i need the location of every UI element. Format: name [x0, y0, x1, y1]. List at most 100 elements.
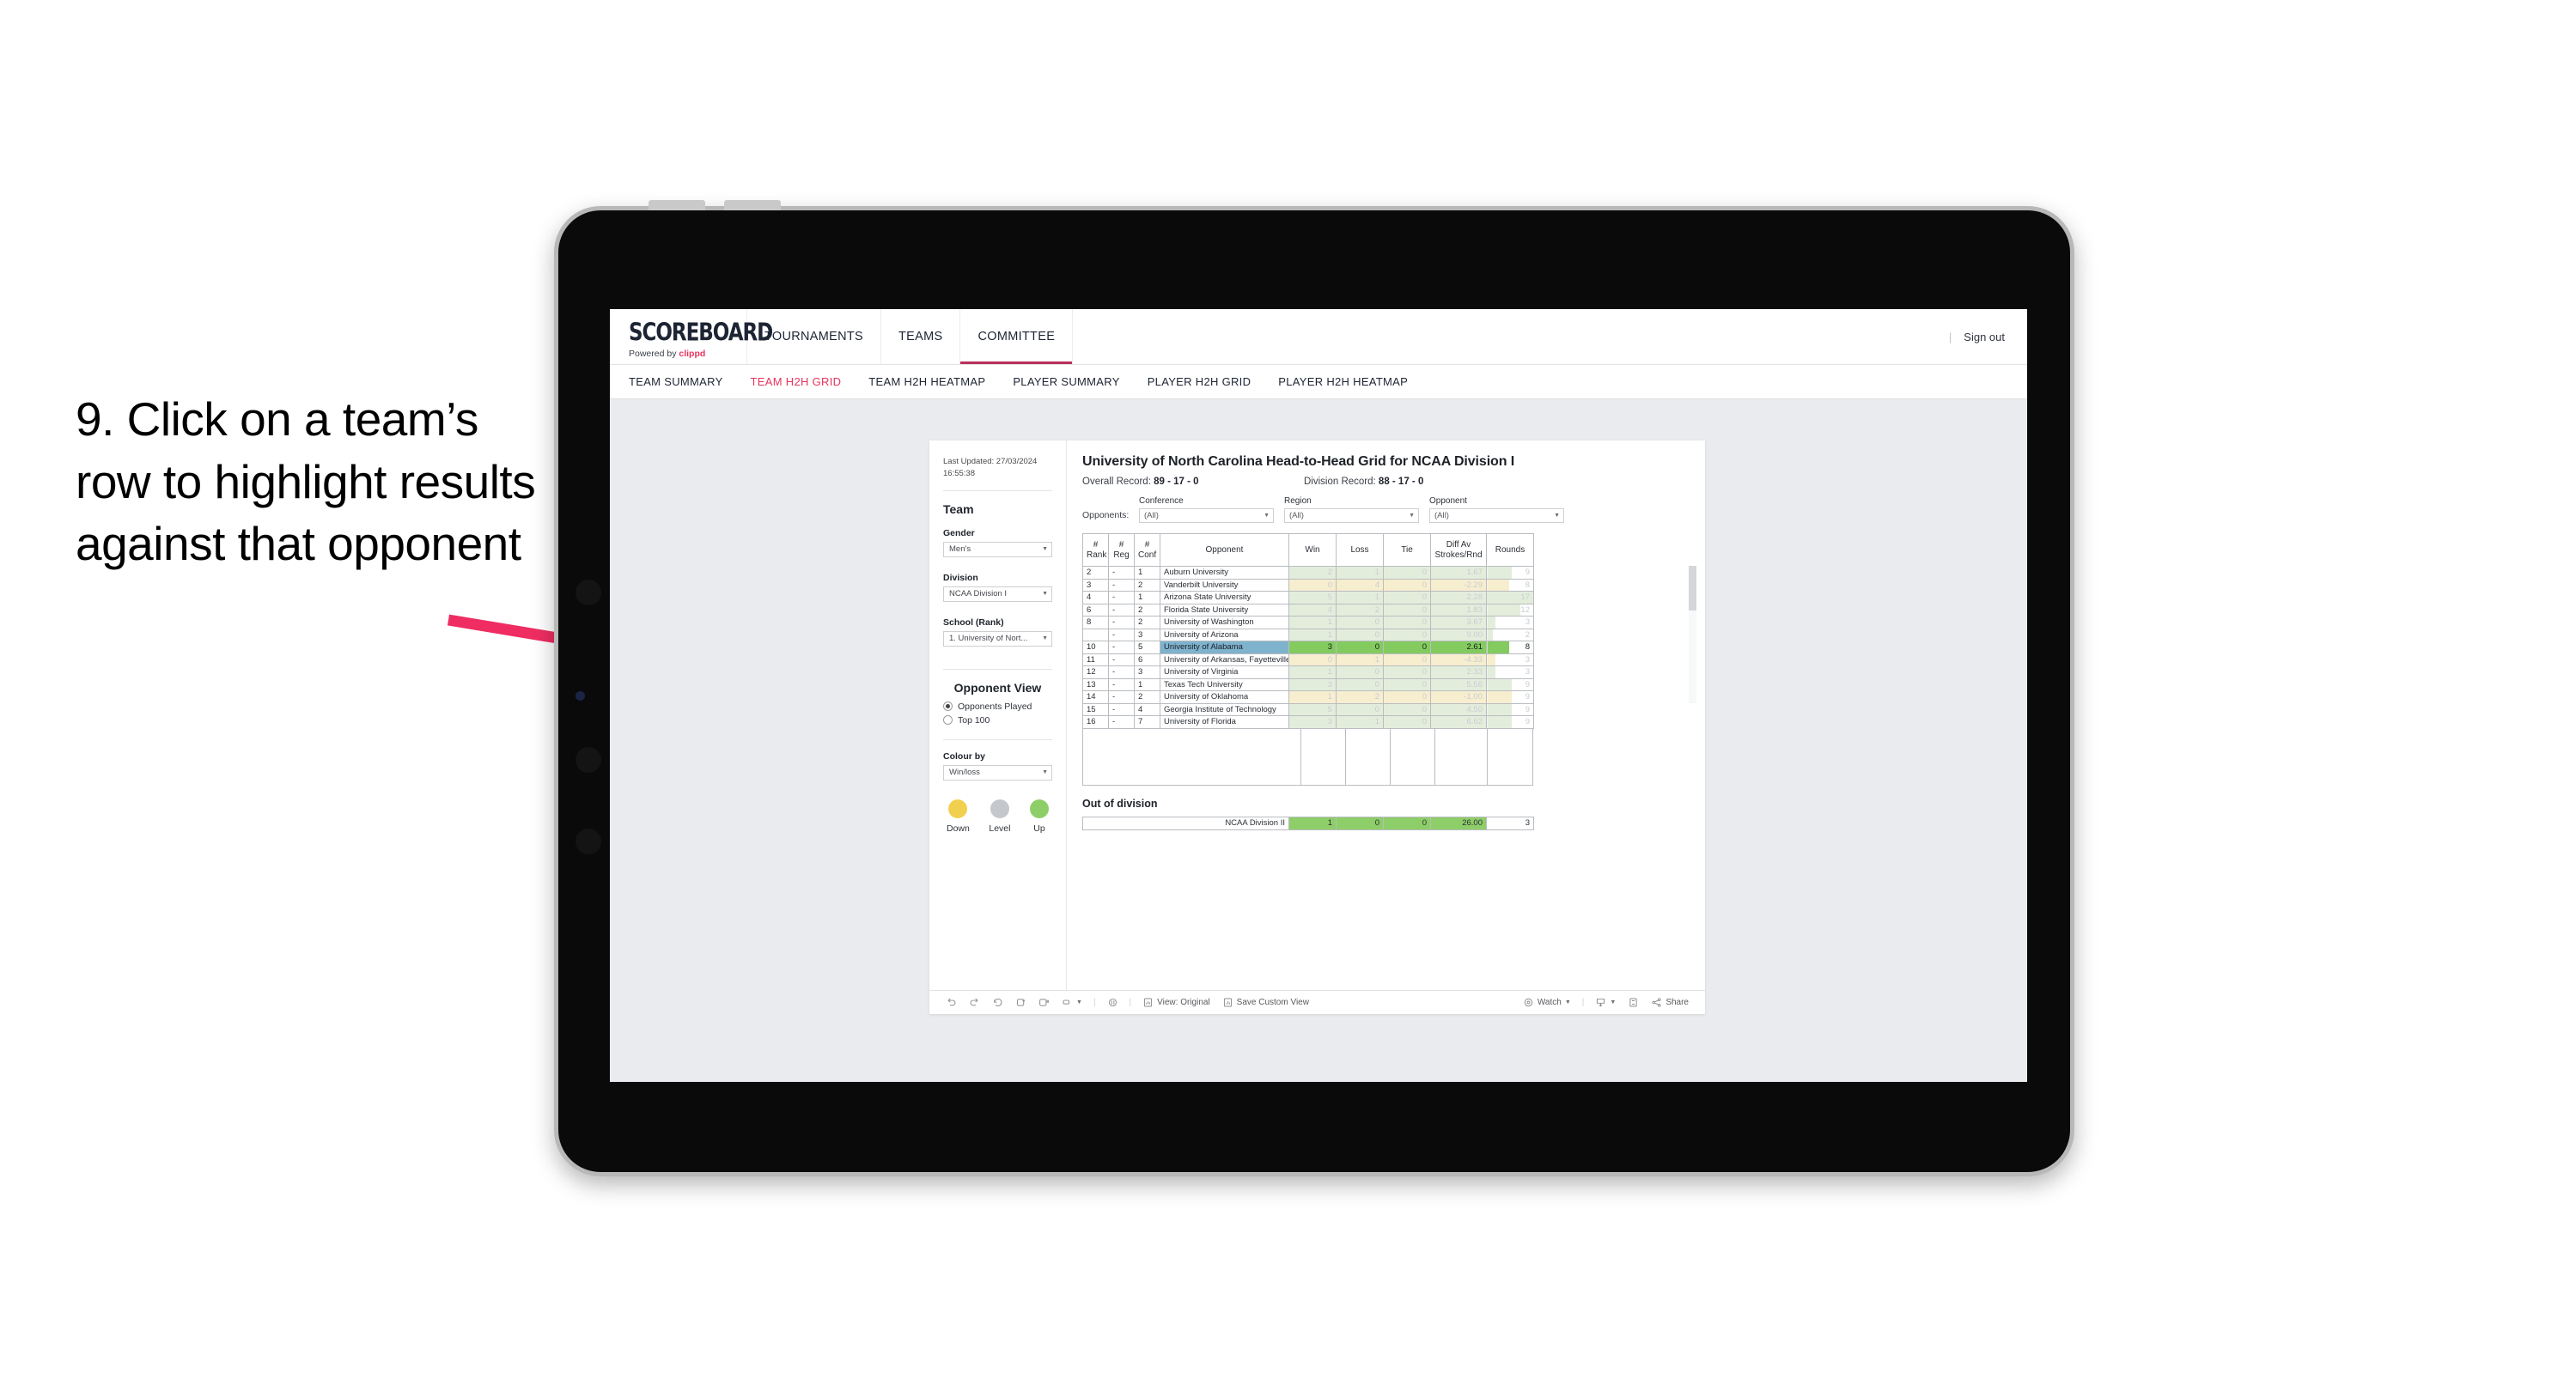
cell-tie: 0 — [1383, 641, 1431, 654]
view-original-button[interactable]: View: Original — [1136, 997, 1216, 1008]
h2h-table-wrapper: # Rank # Reg # Conf Opponent Win Loss Tie D… — [1082, 533, 1696, 786]
nav-tab-tournaments[interactable]: TOURNAMENTS — [747, 309, 882, 364]
cell-reg: - — [1108, 690, 1135, 704]
save-custom-view-button[interactable]: Save Custom View — [1216, 997, 1315, 1008]
colour-by-label: Colour by — [943, 750, 985, 762]
cell-win: 2 — [1288, 566, 1337, 580]
share-button[interactable]: Share — [1645, 997, 1695, 1008]
table-row[interactable]: 3-2 Vanderbilt University 0 4 0 -2.29 8 — [1082, 578, 1534, 592]
slide-stage: 9. Click on a team’s row to highlight re… — [0, 0, 2576, 1385]
col-rounds[interactable]: Rounds — [1486, 533, 1534, 567]
table-row[interactable]: 12-3 University of Virginia 1 0 0 2.33 3 — [1082, 665, 1534, 679]
colour-by-select[interactable]: Win/loss ▼ — [943, 764, 1052, 781]
col-win[interactable]: Win — [1288, 533, 1337, 567]
col-loss[interactable]: Loss — [1336, 533, 1384, 567]
cell-loss: 0 — [1336, 677, 1384, 691]
legend-item-down: Down — [947, 799, 970, 834]
col-rank-l2: Rank — [1087, 550, 1107, 560]
subtab-player-h2h-grid[interactable]: PLAYER H2H GRID — [1148, 375, 1251, 388]
tablet-device: SCOREBOARD Powered by clippd TOURNAMENTS… — [554, 200, 2074, 1176]
ood-rounds: 3 — [1486, 816, 1534, 830]
refresh-button[interactable] — [1009, 997, 1032, 1008]
table-row[interactable]: 14-2 University of Oklahoma 1 2 0 -1.00 9 — [1082, 690, 1534, 704]
col-conf[interactable]: # Conf — [1134, 533, 1160, 567]
empty-diff — [1435, 728, 1489, 785]
scrollbar-thumb[interactable] — [1689, 566, 1696, 610]
table-row[interactable]: 15-4 Georgia Institute of Technology 5 0 0 4.… — [1082, 702, 1534, 716]
cell-conf: 1 — [1134, 591, 1160, 604]
division-select[interactable]: NCAA Division I ▼ — [943, 586, 1052, 602]
revert-button[interactable] — [986, 997, 1009, 1008]
col-reg[interactable]: # Reg — [1108, 533, 1135, 567]
region-filter-select[interactable]: (All) ▼ — [1284, 508, 1419, 523]
table-row[interactable]: 13-1 Texas Tech University 3 0 0 5.56 9 — [1082, 677, 1534, 691]
col-tie[interactable]: Tie — [1383, 533, 1431, 567]
cell-loss: 2 — [1336, 603, 1384, 617]
ood-diff: 26.00 — [1430, 816, 1487, 830]
subtab-team-h2h-grid[interactable]: TEAM H2H GRID — [751, 375, 842, 388]
undo-button[interactable] — [940, 997, 963, 1008]
cell-diff: 2.28 — [1430, 591, 1487, 604]
cell-diff: -4.33 — [1430, 653, 1487, 666]
sign-out-label: Sign out — [1964, 330, 2005, 343]
cell-win: 5 — [1288, 702, 1337, 716]
table-row[interactable]: 10-5 University of Alabama 3 0 0 2.61 8 — [1082, 641, 1534, 654]
nav-divider: | — [1948, 330, 1952, 343]
cell-conf: 2 — [1134, 690, 1160, 704]
col-opponent[interactable]: Opponent — [1160, 533, 1289, 567]
subtab-player-h2h-heatmap[interactable]: PLAYER H2H HEATMAP — [1278, 375, 1408, 388]
cell-tie: 0 — [1383, 628, 1431, 641]
table-row[interactable]: 8-2 University of Washington 1 0 0 3.67 3 — [1082, 616, 1534, 629]
cell-tie: 0 — [1383, 702, 1431, 716]
last-updated-label: Last Updated: 27/03/2024 16:55:38 — [943, 457, 1038, 478]
opponent-filter-select[interactable]: (All) ▼ — [1429, 508, 1564, 523]
cell-loss: 1 — [1336, 715, 1384, 729]
school-rank-select[interactable]: 1. University of Nort... ▼ — [943, 630, 1052, 647]
download-button[interactable]: ▼ — [1589, 997, 1622, 1008]
annotation-text: 9. Click on a team’s row to highlight re… — [76, 392, 536, 571]
table-row[interactable]: -3 University of Arizona 1 0 0 9.00 2 — [1082, 628, 1534, 641]
alerts-button[interactable] — [1101, 997, 1124, 1008]
cell-win: 1 — [1288, 690, 1337, 704]
col-diff[interactable]: Diff Av Strokes/Rnd — [1430, 533, 1487, 567]
cell-rank: 6 — [1082, 603, 1109, 617]
nav-tab-teams[interactable]: TEAMS — [881, 309, 961, 364]
table-row[interactable]: 2-1 Auburn University 2 1 0 1.67 9 — [1082, 566, 1534, 580]
conference-filter-select[interactable]: (All) ▼ — [1139, 508, 1274, 523]
col-rank[interactable]: # Rank — [1082, 533, 1109, 567]
cell-rounds: 17 — [1486, 591, 1534, 604]
fullscreen-button[interactable] — [1622, 997, 1645, 1008]
opponent-filter: Opponent (All) ▼ — [1429, 496, 1564, 523]
conference-filter-value: (All) — [1144, 511, 1159, 520]
table-row[interactable]: 16-7 University of Florida 3 1 0 6.62 9 — [1082, 715, 1534, 729]
cell-opponent: Vanderbilt University — [1160, 578, 1289, 592]
ood-loss: 0 — [1336, 816, 1384, 830]
save-custom-view-label: Save Custom View — [1236, 998, 1309, 1007]
table-row[interactable]: 11-6 University of Arkansas, Fayetteville… — [1082, 653, 1534, 666]
table-row[interactable]: 6-2 Florida State University 4 2 0 1.83 12 — [1082, 603, 1534, 617]
gender-select[interactable]: Men’s ▼ — [943, 541, 1052, 557]
cell-win: 1 — [1288, 628, 1337, 641]
nav-tab-committee[interactable]: COMMITTEE — [960, 309, 1074, 364]
cell-loss: 0 — [1336, 641, 1384, 654]
pause-button[interactable] — [1032, 997, 1056, 1008]
table-row[interactable]: 4-1 Arizona State University 5 1 0 2.28 17 — [1082, 591, 1534, 604]
dashboard-canvas: Last Updated: 27/03/2024 16:55:38 Team G… — [610, 399, 2027, 1082]
watch-button[interactable]: Watch ▼ — [1517, 997, 1577, 1008]
dropdown-button[interactable]: ▼ — [1056, 997, 1088, 1008]
table-vertical-scrollbar[interactable] — [1689, 566, 1696, 703]
cell-diff: 1.83 — [1430, 603, 1487, 617]
sign-out-button[interactable]: | Sign out — [1949, 309, 2027, 364]
app-logo[interactable]: SCOREBOARD Powered by clippd — [610, 309, 773, 364]
cell-conf: 2 — [1134, 616, 1160, 629]
subtab-team-summary[interactable]: TEAM SUMMARY — [629, 375, 723, 388]
radio-opponents-played[interactable]: Opponents Played — [943, 702, 1052, 712]
subtab-player-summary[interactable]: PLAYER SUMMARY — [1013, 375, 1119, 388]
redo-button[interactable] — [963, 997, 986, 1008]
out-of-division-row[interactable]: NCAA Division II 1 0 0 26.00 3 — [1082, 816, 1534, 830]
radio-top-100[interactable]: Top 100 — [943, 715, 1052, 726]
subtab-team-h2h-heatmap[interactable]: TEAM H2H HEATMAP — [868, 375, 985, 388]
table-empty-space — [1082, 728, 1533, 786]
cell-conf: 1 — [1134, 677, 1160, 691]
opponents-filter-label: Opponents: — [1082, 510, 1130, 520]
